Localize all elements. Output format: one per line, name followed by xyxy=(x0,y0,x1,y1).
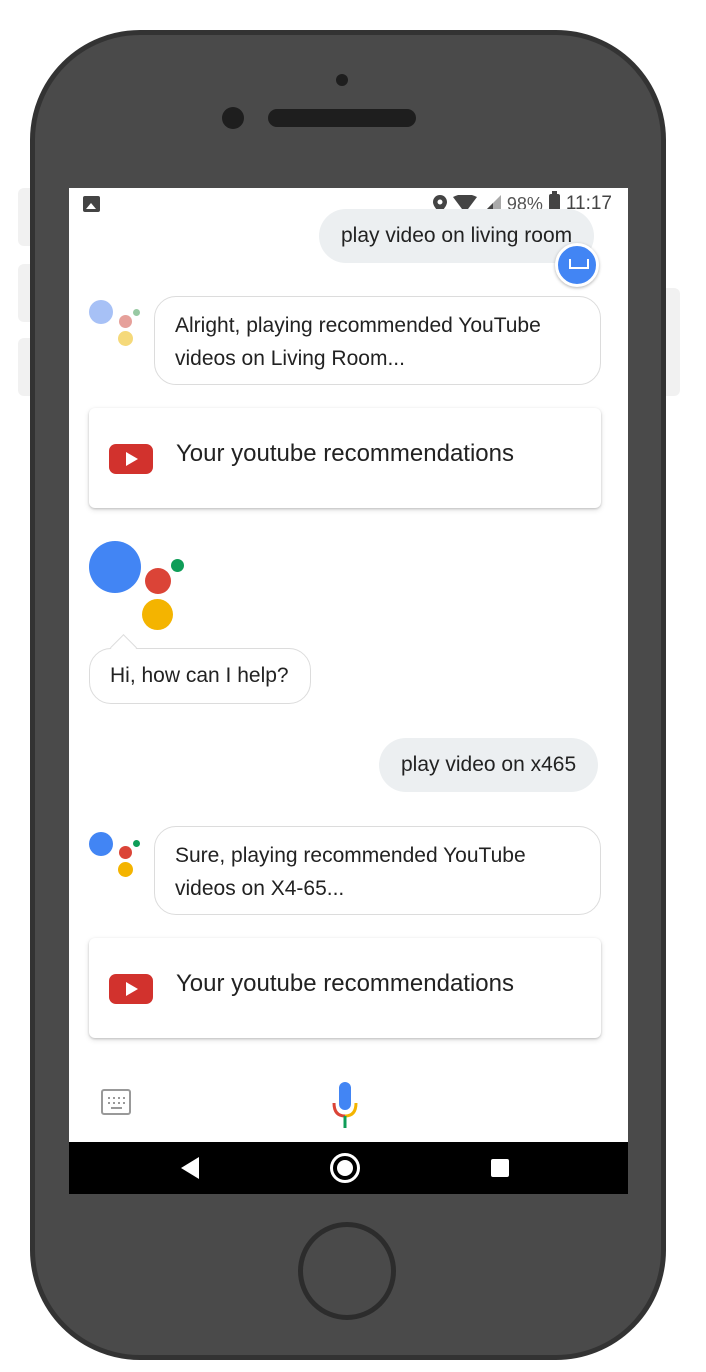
youtube-recommendations-card[interactable]: Your youtube recommendations xyxy=(89,408,601,508)
youtube-icon xyxy=(109,444,153,474)
mic-icon[interactable] xyxy=(331,1082,359,1130)
front-sensor xyxy=(222,107,244,129)
youtube-icon xyxy=(109,974,153,1004)
input-bar xyxy=(69,1068,628,1142)
assistant-logo-small xyxy=(89,830,141,880)
bubble-tail xyxy=(110,634,137,661)
home-icon[interactable] xyxy=(330,1153,360,1183)
back-icon[interactable] xyxy=(181,1157,199,1179)
assistant-logo xyxy=(89,540,189,632)
front-camera-dot xyxy=(336,74,348,86)
card-title: Your youtube recommendations xyxy=(176,970,514,997)
phone-home-button[interactable] xyxy=(298,1222,396,1320)
user-message: play video on x465 xyxy=(379,738,599,792)
recents-icon[interactable] xyxy=(491,1159,509,1177)
assistant-message: Alright, playing recommended YouTube vid… xyxy=(154,296,601,385)
assistant-message: Sure, playing recommended YouTube videos… xyxy=(154,826,601,915)
user-message-text: play video on living room xyxy=(341,224,573,247)
assistant-message-text: Alright, playing recommended YouTube vid… xyxy=(175,314,541,370)
android-nav-bar xyxy=(69,1142,628,1194)
image-icon xyxy=(83,196,100,212)
keyboard-icon[interactable] xyxy=(101,1089,131,1115)
user-message: play video on living room xyxy=(319,209,595,263)
assistant-logo-small xyxy=(89,300,141,350)
assistant-greeting-text: Hi, how can I help? xyxy=(110,664,289,687)
keyboard-dismiss-button[interactable] xyxy=(555,243,599,287)
assistant-screen: 98% 11:17 play video on living room Alri… xyxy=(69,188,628,1194)
youtube-recommendations-card[interactable]: Your youtube recommendations xyxy=(89,938,601,1038)
assistant-greeting-bubble: Hi, how can I help? xyxy=(89,634,311,704)
earpiece-speaker xyxy=(268,109,416,127)
assistant-message-text: Sure, playing recommended YouTube videos… xyxy=(175,844,526,900)
user-message-text: play video on x465 xyxy=(401,753,577,776)
card-title: Your youtube recommendations xyxy=(176,440,514,467)
